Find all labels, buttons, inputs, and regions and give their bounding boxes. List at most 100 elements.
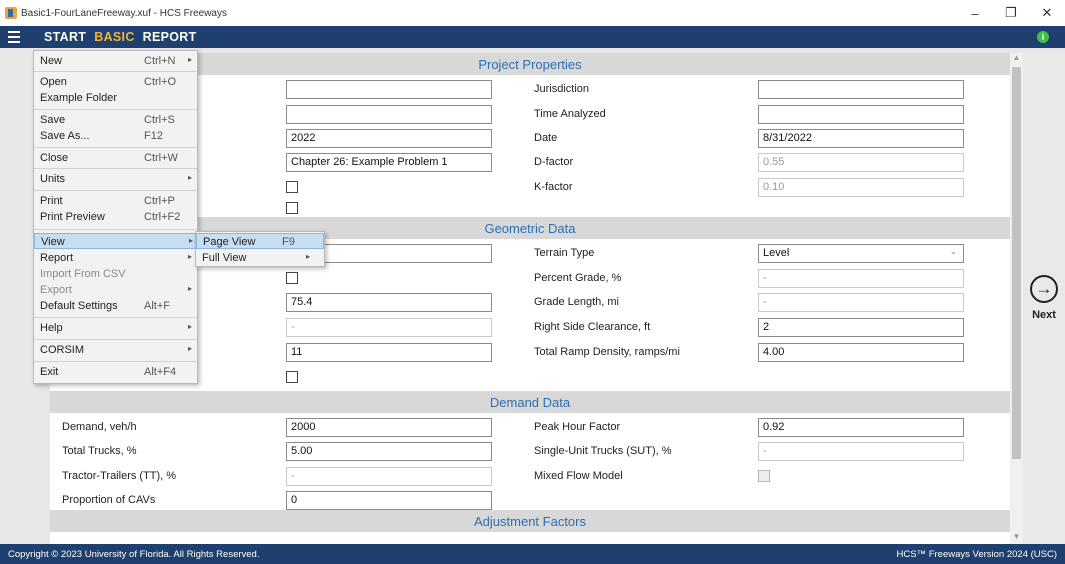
geometric-checkbox[interactable] [286,272,298,284]
project-description-field[interactable]: Chapter 26: Example Problem 1 [286,153,492,172]
scroll-down-arrow-icon[interactable]: ▼ [1010,532,1023,544]
proportion-cavs-field[interactable]: 0 [286,491,492,510]
tractor-trailers-field[interactable]: - [286,467,492,486]
chevron-down-icon: ⌄ [949,246,957,256]
scroll-up-arrow-icon[interactable]: ▲ [1010,53,1023,65]
menu-item-example-folder[interactable]: Example Folder [34,90,197,106]
menu-item-export[interactable]: Export ▸ [34,282,197,298]
label-single-unit-trucks: Single-Unit Trucks (SUT), % [534,445,672,457]
status-bar: Copyright © 2023 University of Florida. … [0,544,1065,564]
menu-item-view[interactable]: View ▸ [34,233,197,249]
window-controls: – ❐ ✕ [957,0,1065,26]
project-field-2[interactable] [286,105,492,124]
geometric-length-field[interactable]: 75.4 [286,293,492,312]
hamburger-menu-icon[interactable] [8,26,30,48]
menu-separator [34,168,197,169]
project-field-1[interactable] [286,80,492,99]
project-checkbox-1[interactable] [286,181,298,193]
label-time-analyzed: Time Analyzed [534,108,606,120]
label-k-factor: K-factor [534,181,573,193]
title-bar: Basic1-FourLaneFreeway.xuf - HCS Freeway… [0,0,1065,26]
geometric-checkbox-2[interactable] [286,371,298,383]
label-total-ramp-density: Total Ramp Density, ramps/mi [534,346,680,358]
menu-item-corsim[interactable]: CORSIM ▸ [34,342,197,358]
menu-item-print[interactable]: Print Ctrl+P [34,193,197,209]
geometric-field-4[interactable]: - [286,318,492,337]
menu-item-default-settings[interactable]: Default Settings Alt+F [34,298,197,314]
tab-start[interactable]: START [44,30,86,44]
label-jurisdiction: Jurisdiction [534,83,590,95]
vertical-scrollbar[interactable]: ▲ ▼ [1010,53,1023,544]
next-arrow-icon[interactable]: → [1030,275,1058,303]
percent-grade-field[interactable]: - [758,269,964,288]
menu-item-save[interactable]: Save Ctrl+S [34,112,197,128]
menu-item-report[interactable]: Report ▸ [34,250,197,266]
menu-item-save-as[interactable]: Save As... F12 [34,128,197,144]
project-checkbox-2[interactable] [286,202,298,214]
grade-length-field[interactable]: - [758,293,964,312]
copyright-text: Copyright © 2023 University of Florida. … [8,548,260,560]
menu-item-help[interactable]: Help ▸ [34,320,197,336]
menu-item-full-view[interactable]: Full View ▸ [196,250,324,266]
file-menu: New Ctrl+N ▸ Open Ctrl+O Example Folder Sav… [33,50,198,384]
window-title: Basic1-FourLaneFreeway.xuf - HCS Freeway… [21,7,227,19]
view-submenu: Page View F9 Full View ▸ [195,231,325,267]
menu-separator [34,109,197,110]
total-ramp-density-field[interactable]: 4.00 [758,343,964,362]
single-unit-trucks-field[interactable]: - [758,442,964,461]
jurisdiction-field[interactable] [758,80,964,99]
menu-item-exit[interactable]: Exit Alt+F4 [34,364,197,380]
label-percent-grade: Percent Grade, % [534,272,622,284]
next-panel: → Next [1023,53,1065,544]
tab-basic[interactable]: BASIC [94,30,134,44]
menu-item-units[interactable]: Units ▸ [34,171,197,187]
version-text: HCS™ Freeways Version 2024 (USC) [896,548,1058,560]
label-mixed-flow-model: Mixed Flow Model [534,470,623,482]
d-factor-field[interactable]: 0.55 [758,153,964,172]
menu-item-open[interactable]: Open Ctrl+O [34,74,197,90]
label-peak-hour-factor: Peak Hour Factor [534,421,621,433]
minimize-button[interactable]: – [957,0,993,26]
info-icon[interactable]: i [1037,31,1049,43]
scrollbar-thumb[interactable] [1012,67,1021,459]
label-terrain-type: Terrain Type [534,247,595,259]
k-factor-field[interactable]: 0.10 [758,178,964,197]
label-demand: Demand, veh/h [62,421,137,433]
lane-width-field[interactable]: 11 [286,343,492,362]
total-trucks-field[interactable]: 5.00 [286,442,492,461]
label-date: Date [534,132,558,144]
menu-item-page-view[interactable]: Page View F9 [196,233,324,249]
ribbon-menu-bar: START BASIC REPORT i [0,26,1065,48]
label-d-factor: D-factor [534,156,574,168]
menu-separator [34,71,197,72]
menu-item-new[interactable]: New Ctrl+N ▸ [34,53,197,69]
menu-separator [34,361,197,362]
date-field[interactable]: 8/31/2022 [758,129,964,148]
menu-item-import-csv[interactable]: Import From CSV [34,266,197,282]
peak-hour-factor-field[interactable]: 0.92 [758,418,964,437]
section-header-adjustment-factors: Adjustment Factors [50,510,1010,532]
right-side-clearance-field[interactable]: 2 [758,318,964,337]
app-logo-icon [5,7,17,19]
menu-separator [34,229,197,230]
menu-separator [34,317,197,318]
time-analyzed-field[interactable] [758,105,964,124]
terrain-type-select[interactable]: Level ⌄ [758,244,964,263]
menu-separator [34,147,197,148]
next-button[interactable]: Next [1023,309,1065,321]
menu-separator [34,190,197,191]
menu-separator [34,339,197,340]
menu-item-close[interactable]: Close Ctrl+W [34,150,197,166]
demand-field[interactable]: 2000 [286,418,492,437]
menu-item-print-preview[interactable]: Print Preview Ctrl+F2 [34,209,197,225]
close-button[interactable]: ✕ [1029,0,1065,26]
label-proportion-cavs: Proportion of CAVs [62,494,156,506]
label-tractor-trailers: Tractor-Trailers (TT), % [62,470,177,482]
mixed-flow-model-checkbox[interactable] [758,470,770,482]
maximize-button[interactable]: ❐ [993,0,1029,26]
section-header-demand-data: Demand Data [50,391,1010,413]
label-total-trucks: Total Trucks, % [62,445,137,457]
tab-report[interactable]: REPORT [143,30,197,44]
analysis-year-field[interactable]: 2022 [286,129,492,148]
label-right-side-clearance: Right Side Clearance, ft [534,321,651,333]
